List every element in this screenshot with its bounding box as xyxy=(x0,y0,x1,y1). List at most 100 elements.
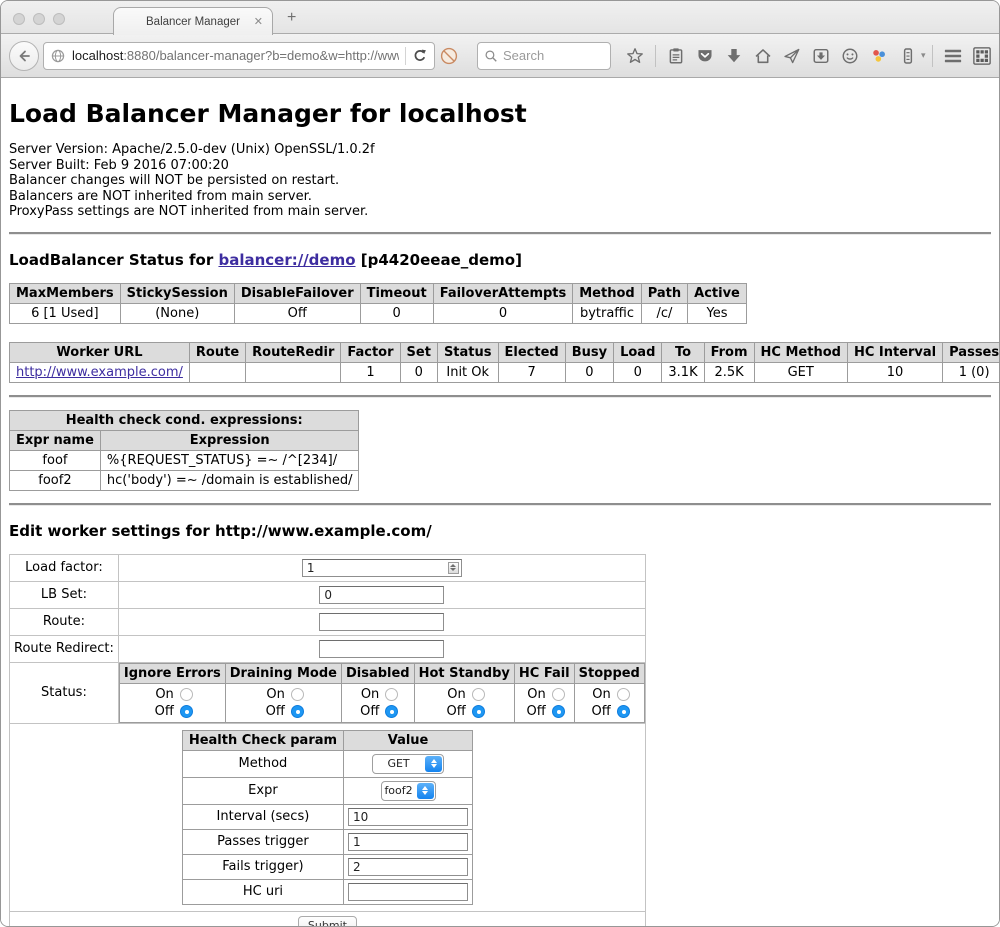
table-row: foof %{REQUEST_STATUS} =~ /^[234]/ xyxy=(10,450,359,470)
search-bar[interactable] xyxy=(477,42,611,70)
page-content: Load Balancer Manager for localhost Serv… xyxy=(1,78,999,926)
select-arrows-icon xyxy=(417,783,434,799)
tab-balancer-manager[interactable]: Balancer Manager ✕ xyxy=(113,7,273,35)
chat-icon[interactable] xyxy=(836,42,864,70)
load-factor-input[interactable] xyxy=(302,559,462,577)
back-arrow-icon xyxy=(16,48,32,64)
blocked-icon xyxy=(439,46,459,66)
toolbar-separator xyxy=(655,45,656,67)
hc-passes-input[interactable] xyxy=(348,833,468,851)
health-check-param-table: Health Check param Value Method GET xyxy=(182,730,473,905)
content-blocked-button[interactable] xyxy=(435,42,463,70)
balancers-note-line: Balancers are NOT inherited from main se… xyxy=(9,189,991,205)
hc-fails-input[interactable] xyxy=(348,858,468,876)
status-cell-stopped: On Off xyxy=(574,683,644,722)
toolbar-separator xyxy=(932,45,933,67)
search-icon xyxy=(484,49,498,63)
status-label: Status: xyxy=(10,662,119,723)
status-off-radio[interactable] xyxy=(291,705,304,718)
search-input[interactable] xyxy=(503,48,593,63)
window-controls xyxy=(13,13,65,25)
status-cell-ignore-errors: On Off xyxy=(119,683,225,722)
grid-extension-icon[interactable] xyxy=(968,42,996,70)
status-on-radio[interactable] xyxy=(552,688,565,701)
hc-method-select[interactable]: GET xyxy=(372,754,444,774)
balancer-demo-link[interactable]: balancer://demo xyxy=(218,251,355,269)
hc-interval-label: Interval (secs) xyxy=(182,804,343,829)
menu-icon[interactable] xyxy=(939,42,967,70)
table-row: http://www.example.com/ 1 0 Init Ok 7 0 … xyxy=(10,362,1000,382)
server-built-line: Server Built: Feb 9 2016 07:00:20 xyxy=(9,158,991,174)
hc-expr-select[interactable]: foof2 xyxy=(381,781,436,801)
edit-worker-form: Load factor: LB Set: Route: Route Redire… xyxy=(9,554,646,927)
close-tab-icon[interactable]: ✕ xyxy=(254,15,263,28)
health-check-expressions-table: Health check cond. expressions: Expr nam… xyxy=(9,410,359,491)
hc-passes-label: Passes trigger xyxy=(182,829,343,854)
status-cell-hot-standby: On Off xyxy=(414,683,514,722)
persist-note-line: Balancer changes will NOT be persisted o… xyxy=(9,173,991,189)
window-close-button[interactable] xyxy=(13,13,25,25)
toolbar-buttons: ▾ xyxy=(621,42,996,70)
window-zoom-button[interactable] xyxy=(53,13,65,25)
route-redirect-input[interactable] xyxy=(319,640,444,658)
status-on-radio[interactable] xyxy=(472,688,485,701)
expr-table-title: Health check cond. expressions: xyxy=(10,410,359,430)
status-off-radio[interactable] xyxy=(552,705,565,718)
tab-bar: Balancer Manager ✕ + xyxy=(1,1,999,34)
worker-url-link[interactable]: http://www.example.com/ xyxy=(16,365,183,380)
hc-uri-input[interactable] xyxy=(348,883,468,901)
hc-fails-label: Fails trigger) xyxy=(182,854,343,879)
number-stepper[interactable] xyxy=(448,562,459,574)
globe-icon[interactable] xyxy=(50,48,66,64)
status-on-radio[interactable] xyxy=(385,688,398,701)
home-icon[interactable] xyxy=(749,42,777,70)
download-icon[interactable] xyxy=(720,42,748,70)
browser-window: Balancer Manager ✕ + localhost:8880/bala… xyxy=(0,0,1000,927)
status-cell-disabled: On Off xyxy=(341,683,414,722)
status-on-radio[interactable] xyxy=(180,688,193,701)
status-on-radio[interactable] xyxy=(291,688,304,701)
navigation-toolbar: localhost:8880/balancer-manager?b=demo&w… xyxy=(1,34,999,78)
status-off-radio[interactable] xyxy=(385,705,398,718)
window-minimize-button[interactable] xyxy=(33,13,45,25)
url-bar[interactable]: localhost:8880/balancer-manager?b=demo&w… xyxy=(43,42,435,70)
proxypass-note-line: ProxyPass settings are NOT inherited fro… xyxy=(9,204,991,220)
route-redirect-label: Route Redirect: xyxy=(10,635,119,662)
back-button[interactable] xyxy=(9,41,39,71)
worker-table: Worker URL Route RouteRedir Factor Set S… xyxy=(9,342,999,383)
bookmark-star-icon[interactable] xyxy=(621,42,649,70)
server-info: Server Version: Apache/2.5.0-dev (Unix) … xyxy=(9,142,991,220)
pocket-icon[interactable] xyxy=(691,42,719,70)
new-tab-button[interactable]: + xyxy=(287,10,296,26)
route-input[interactable] xyxy=(319,613,444,631)
url-separator xyxy=(405,47,406,65)
lb-set-label: LB Set: xyxy=(10,581,119,608)
tab-title: Balancer Manager xyxy=(146,16,240,28)
page-title: Load Balancer Manager for localhost xyxy=(9,99,991,128)
balancer-status-heading: LoadBalancer Status for balancer://demo … xyxy=(9,251,991,269)
select-arrows-icon xyxy=(425,756,442,772)
status-on-radio[interactable] xyxy=(617,688,630,701)
status-cell-draining-mode: On Off xyxy=(225,683,341,722)
hc-interval-input[interactable] xyxy=(348,808,468,826)
load-factor-label: Load factor: xyxy=(10,554,119,581)
colors-icon[interactable] xyxy=(865,42,893,70)
url-text[interactable]: localhost:8880/balancer-manager?b=demo&w… xyxy=(72,48,399,63)
submit-button[interactable]: Submit xyxy=(298,916,357,927)
send-icon[interactable] xyxy=(778,42,806,70)
status-off-radio[interactable] xyxy=(180,705,193,718)
lb-set-input[interactable] xyxy=(319,586,444,604)
divider xyxy=(9,503,991,506)
table-row: 6 [1 Used] (None) Off 0 0 bytraffic /c/ … xyxy=(10,303,747,323)
divider xyxy=(9,232,991,235)
dropdown-caret-icon[interactable]: ▾ xyxy=(921,50,926,61)
clipboard-icon[interactable] xyxy=(662,42,690,70)
battery-icon[interactable] xyxy=(894,42,922,70)
status-off-radio[interactable] xyxy=(472,705,485,718)
server-version-line: Server Version: Apache/2.5.0-dev (Unix) … xyxy=(9,142,991,158)
reload-icon[interactable] xyxy=(412,48,428,64)
status-table: Ignore Errors Draining Mode Disabled Hot… xyxy=(119,663,645,723)
hc-method-label: Method xyxy=(182,750,343,777)
status-off-radio[interactable] xyxy=(617,705,630,718)
save-page-icon[interactable] xyxy=(807,42,835,70)
